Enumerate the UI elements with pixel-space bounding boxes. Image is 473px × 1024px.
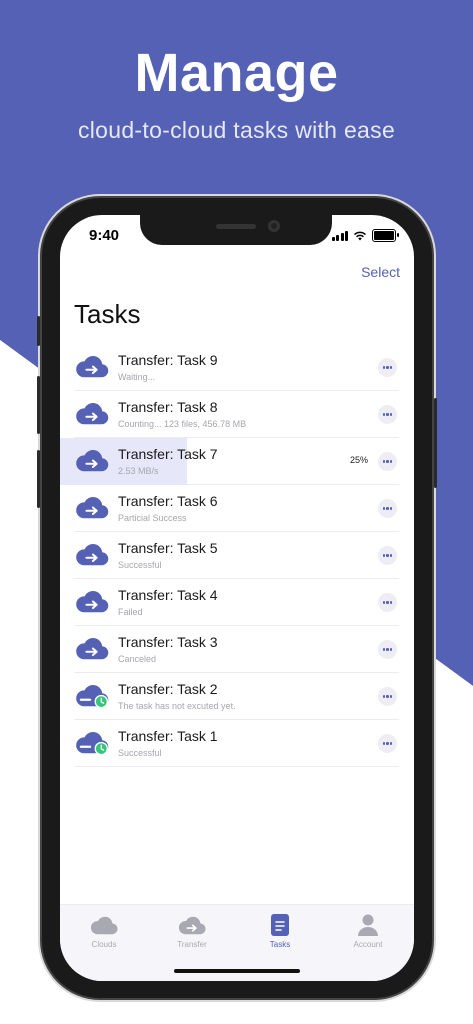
more-options-button[interactable] bbox=[378, 499, 397, 518]
task-name: Transfer: Task 3 bbox=[118, 634, 218, 650]
task-percent: 25% bbox=[349, 455, 368, 465]
signal-icon bbox=[331, 230, 348, 241]
more-options-button[interactable] bbox=[378, 452, 397, 471]
promo-headline: Manage bbox=[134, 43, 339, 103]
battery-icon bbox=[372, 229, 399, 242]
cloud-scheduled-icon bbox=[76, 685, 109, 709]
task-status: Counting... 123 files, 456.78 MB bbox=[118, 419, 247, 429]
task-name: Transfer: Task 8 bbox=[118, 399, 218, 415]
task-name: Transfer: Task 6 bbox=[118, 493, 218, 509]
tab-label: Account bbox=[353, 940, 383, 949]
more-options-button[interactable] bbox=[378, 687, 397, 706]
cloud-transfer-icon bbox=[76, 450, 109, 472]
side-button bbox=[434, 398, 437, 488]
task-status: Successful bbox=[118, 748, 162, 758]
cloud-transfer-icon bbox=[76, 356, 109, 378]
notch bbox=[140, 215, 332, 245]
task-status: Failed bbox=[118, 607, 143, 617]
tab-label: Transfer bbox=[177, 940, 207, 949]
cloud-transfer-icon bbox=[76, 591, 109, 613]
tab-label: Tasks bbox=[269, 940, 291, 949]
task-row[interactable]: Transfer: Task 7 2.53 MB/s 25% bbox=[60, 438, 399, 485]
more-options-button[interactable] bbox=[378, 593, 397, 612]
tab-account[interactable]: Account bbox=[324, 913, 412, 949]
document-icon bbox=[236, 913, 324, 937]
cloud-transfer-icon bbox=[148, 913, 236, 937]
tab-tasks[interactable]: Tasks bbox=[236, 913, 324, 949]
more-options-button[interactable] bbox=[378, 640, 397, 659]
task-name: Transfer: Task 2 bbox=[118, 681, 218, 697]
cloud-icon bbox=[60, 913, 148, 937]
task-row[interactable]: Transfer: Task 5 Successful bbox=[74, 532, 399, 579]
more-options-button[interactable] bbox=[378, 405, 397, 424]
task-status: Successful bbox=[118, 560, 162, 570]
select-button[interactable]: Select bbox=[361, 264, 400, 280]
task-name: Transfer: Task 5 bbox=[118, 540, 218, 556]
page-title: Tasks bbox=[74, 299, 141, 329]
phone-frame: 9:40 Select Tasks Transfer: Task 9 Waitin… bbox=[37, 198, 437, 998]
tab-transfer[interactable]: Transfer bbox=[148, 913, 236, 949]
more-options-button[interactable] bbox=[378, 734, 397, 753]
task-status: Waiting... bbox=[118, 372, 156, 382]
cloud-transfer-icon bbox=[76, 638, 109, 660]
task-row[interactable]: Transfer: Task 2 The task has not excuted… bbox=[74, 673, 399, 720]
task-row[interactable]: Transfer: Task 8 Counting... 123 files, 4… bbox=[74, 391, 399, 438]
task-status: Particial Success bbox=[118, 513, 187, 523]
tab-bar: Clouds Transfer Tasks Account bbox=[60, 904, 414, 981]
task-status: The task has not excuted yet. bbox=[118, 701, 236, 711]
status-time: 9:40 bbox=[89, 227, 120, 244]
status-icons bbox=[331, 229, 399, 242]
task-name: Transfer: Task 1 bbox=[118, 728, 218, 744]
task-row[interactable]: Transfer: Task 4 Failed bbox=[74, 579, 399, 626]
speaker bbox=[216, 224, 256, 229]
home-indicator bbox=[174, 969, 300, 973]
task-name: Transfer: Task 7 bbox=[118, 446, 218, 462]
cloud-transfer-icon bbox=[76, 544, 109, 566]
promo-subline: cloud-to-cloud tasks with ease bbox=[77, 117, 396, 143]
wifi-icon bbox=[353, 231, 367, 240]
task-status: 2.53 MB/s bbox=[118, 466, 159, 476]
task-name: Transfer: Task 4 bbox=[118, 587, 218, 603]
volume-down-button bbox=[37, 450, 40, 508]
phone-screen: 9:40 Select Tasks Transfer: Task 9 Waitin… bbox=[60, 215, 414, 981]
more-options-button[interactable] bbox=[378, 546, 397, 565]
cloud-transfer-icon bbox=[76, 403, 109, 425]
task-row[interactable]: Transfer: Task 9 Waiting... bbox=[74, 344, 399, 391]
cloud-scheduled-icon bbox=[76, 732, 109, 756]
tab-clouds[interactable]: Clouds bbox=[60, 913, 148, 949]
task-list: Transfer: Task 9 Waiting... Transfer: Task… bbox=[60, 344, 399, 767]
task-row[interactable]: Transfer: Task 3 Canceled bbox=[74, 626, 399, 673]
task-row[interactable]: Transfer: Task 6 Particial Success bbox=[74, 485, 399, 532]
mute-switch bbox=[37, 316, 40, 346]
task-row[interactable]: Transfer: Task 1 Successful bbox=[74, 720, 399, 767]
task-name: Transfer: Task 9 bbox=[118, 352, 218, 368]
task-status: Canceled bbox=[118, 654, 157, 664]
more-options-button[interactable] bbox=[378, 358, 397, 377]
cloud-transfer-icon bbox=[76, 497, 109, 519]
front-camera bbox=[268, 220, 280, 232]
volume-up-button bbox=[37, 376, 40, 434]
person-icon bbox=[324, 913, 412, 937]
tab-label: Clouds bbox=[91, 940, 117, 949]
